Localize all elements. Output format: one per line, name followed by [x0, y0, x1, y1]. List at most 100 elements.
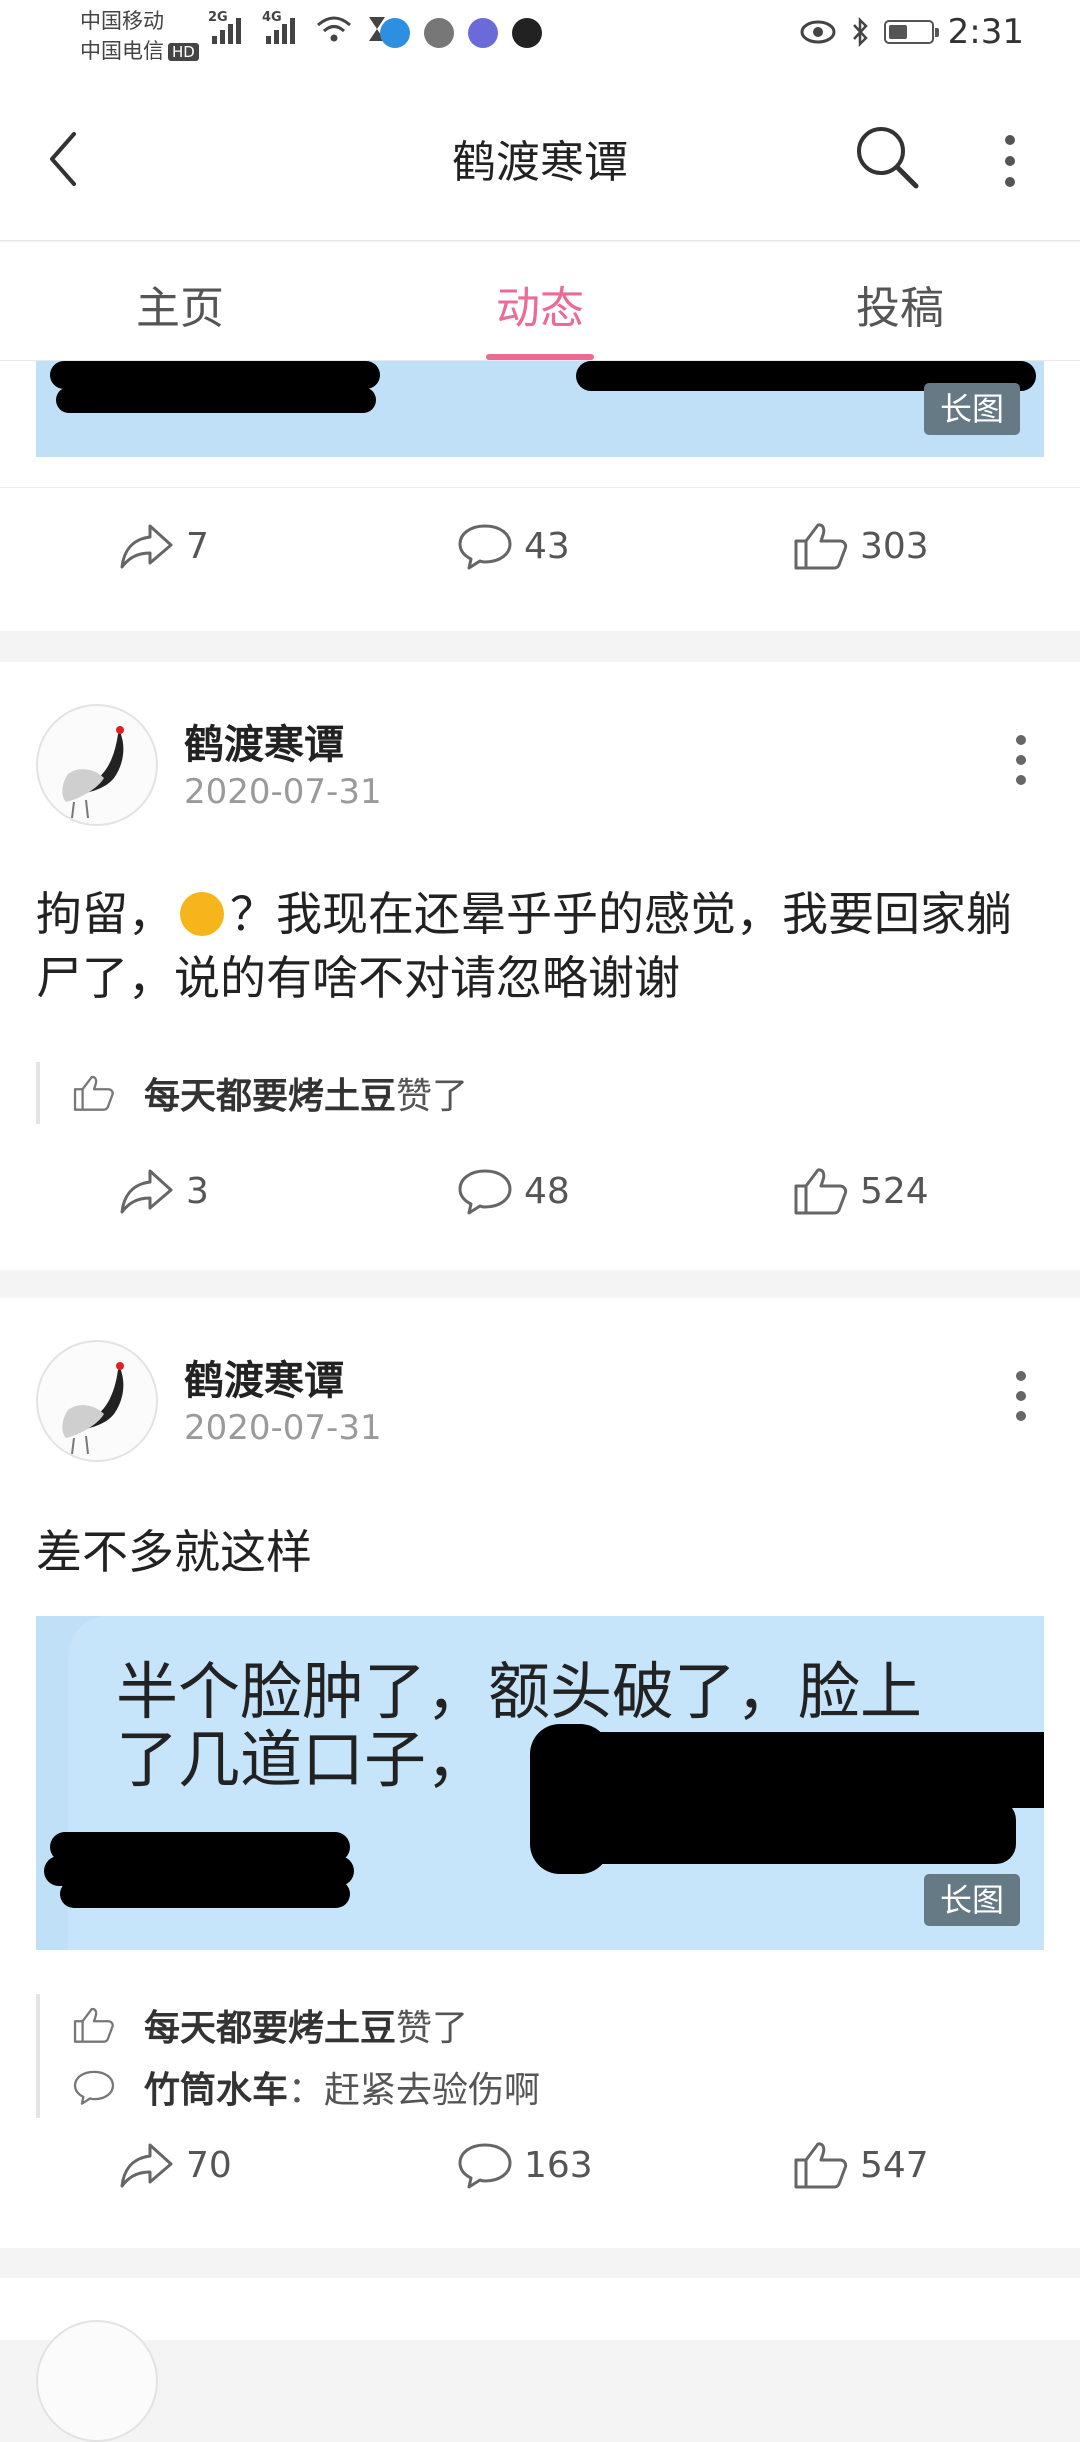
search-icon[interactable] [852, 122, 922, 192]
comment-activity-row[interactable]: 竹筒水车 ：赶紧去验伤啊 [72, 2056, 540, 2118]
status-right: 2:31 [800, 12, 1024, 52]
like-count: 524 [860, 1170, 929, 1212]
image-text-line: 了几道口子， [116, 1723, 489, 1796]
image-text-line: 半个脸肿了，额头破了，脸上 [116, 1655, 923, 1728]
carrier-info: 中国移动 中国电信 HD [80, 6, 199, 66]
comment-button[interactable]: 163 [456, 2140, 593, 2190]
share-icon [120, 524, 173, 569]
thumbs-up-icon [73, 2007, 114, 2043]
liked-text: 赞了 [396, 2008, 469, 2049]
liked-text: 赞了 [396, 1076, 469, 1117]
interaction-feed: 每天都要烤土豆 赞了 [36, 1062, 468, 1124]
like-button[interactable]: 547 [792, 2140, 929, 2190]
post-date: 2020-07-31 [184, 1408, 382, 1448]
ok-hand-emoji-icon [180, 892, 224, 936]
comment-icon [458, 524, 512, 570]
redaction [576, 1800, 1016, 1864]
comment-button[interactable]: 48 [456, 1166, 570, 1216]
tab-activity[interactable]: 动态 [440, 272, 640, 336]
battery-icon [883, 20, 939, 44]
thumbs-up-icon [73, 1075, 114, 1111]
comment-count: 163 [524, 2144, 593, 2186]
carrier-2: 中国电信 [80, 39, 164, 63]
thumbs-up-icon [794, 1168, 848, 1215]
post-card: 鹤渡寒谭 2020-07-31 差不多就这样 半个脸肿了，额头破了，脸上 了几道… [0, 1298, 1080, 2248]
post-actions: 7 43 303 [0, 497, 1080, 617]
post-card: 鹤渡寒谭 2020-07-31 拘留， ？我现在还晕乎乎的感觉，我要回家躺尸了，说… [0, 662, 1080, 1270]
carrier-1: 中国移动 [80, 9, 164, 33]
share-count: 3 [186, 1170, 209, 1212]
tab-submit[interactable]: 投稿 [800, 272, 1000, 336]
comment-icon [458, 1169, 512, 1215]
share-button[interactable]: 70 [118, 2140, 232, 2190]
like-count: 547 [860, 2144, 929, 2186]
like-count: 303 [860, 525, 929, 567]
browser-app-icon [380, 18, 410, 48]
post-actions: 3 48 524 [0, 1142, 1080, 1262]
redaction [50, 361, 380, 389]
author-name[interactable]: 鹤渡寒谭 [184, 712, 344, 770]
music-app-icon [468, 18, 498, 48]
liker-name[interactable]: 每天都要烤土豆 [144, 1067, 396, 1119]
tab-bar: 主页 动态 投稿 [0, 242, 1080, 361]
comment-count: 48 [524, 1170, 570, 1212]
post-long-image[interactable]: 半个脸肿了，额头破了，脸上 了几道口子， 长图 [36, 1616, 1044, 1950]
top-app-bar: 鹤渡寒谭 [0, 80, 1080, 241]
comment-button[interactable]: 43 [456, 521, 570, 571]
commenter-name[interactable]: 竹筒水车 [144, 2061, 288, 2113]
long-image-badge: 长图 [924, 1874, 1020, 1926]
post-card: 长图 7 43 303 [0, 361, 1080, 631]
tab-home[interactable]: 主页 [80, 272, 280, 336]
status-bar: 中国移动 中国电信 HD 2G 4G 2:31 [0, 0, 1080, 80]
comment-text: ：赶紧去验伤啊 [288, 2070, 541, 2111]
signal-2g-icon: 2G [208, 10, 248, 44]
active-tab-indicator [486, 354, 594, 360]
clock: 2:31 [947, 12, 1024, 52]
bluetooth-icon [852, 17, 868, 47]
share-count: 70 [186, 2144, 232, 2186]
share-button[interactable]: 7 [118, 521, 209, 571]
crane-avatar-icon [62, 1362, 124, 1455]
thumbs-up-icon [794, 523, 848, 570]
post-text: 差不多就这样 [36, 1525, 312, 1579]
divider [0, 487, 1080, 488]
author-name[interactable]: 鹤渡寒谭 [184, 1348, 344, 1406]
share-icon [120, 1169, 173, 1214]
post-text: 拘留， ？我现在还晕乎乎的感觉，我要回家躺尸了，说的有啥不对请忽略谢谢 [36, 887, 1012, 1005]
interaction-feed: 每天都要烤土豆 赞了 竹筒水车 ：赶紧去验伤啊 [36, 1994, 540, 2118]
signal-4g-icon: 4G [262, 10, 302, 44]
avatar[interactable] [36, 704, 158, 826]
post-menu-icon[interactable] [1006, 730, 1036, 790]
signal-indicators: 2G 4G [208, 10, 388, 44]
like-button[interactable]: 303 [792, 521, 929, 571]
thumbs-up-icon [794, 2142, 848, 2189]
hd-badge: HD [168, 43, 199, 61]
share-button[interactable]: 3 [118, 1166, 209, 1216]
liker-name[interactable]: 每天都要烤土豆 [144, 1999, 396, 2051]
post-actions: 70 163 547 [0, 2116, 1080, 2236]
post-date: 2020-07-31 [184, 772, 382, 812]
comment-icon [458, 2143, 512, 2189]
redaction [56, 387, 376, 413]
more-options-icon[interactable] [990, 126, 1030, 196]
avatar[interactable] [36, 1340, 158, 1462]
post-card [0, 2278, 1080, 2442]
wechat-icon [424, 18, 454, 48]
comment-count: 43 [524, 525, 570, 567]
notification-icons [380, 18, 542, 48]
like-activity-row: 每天都要烤土豆 赞了 [72, 1062, 468, 1124]
share-count: 7 [186, 525, 209, 567]
comment-icon [73, 2070, 115, 2105]
wifi-icon [317, 16, 351, 42]
like-button[interactable]: 524 [792, 1166, 929, 1216]
crane-avatar-icon [62, 726, 124, 819]
share-icon [120, 2143, 173, 2188]
avatar[interactable] [36, 2320, 158, 2442]
qq-icon [512, 18, 542, 48]
eye-icon [800, 20, 836, 44]
post-long-image[interactable]: 长图 [36, 361, 1044, 457]
redaction [60, 1880, 350, 1908]
long-image-badge: 长图 [924, 383, 1020, 435]
post-menu-icon[interactable] [1006, 1366, 1036, 1426]
redaction [548, 1732, 1044, 1808]
